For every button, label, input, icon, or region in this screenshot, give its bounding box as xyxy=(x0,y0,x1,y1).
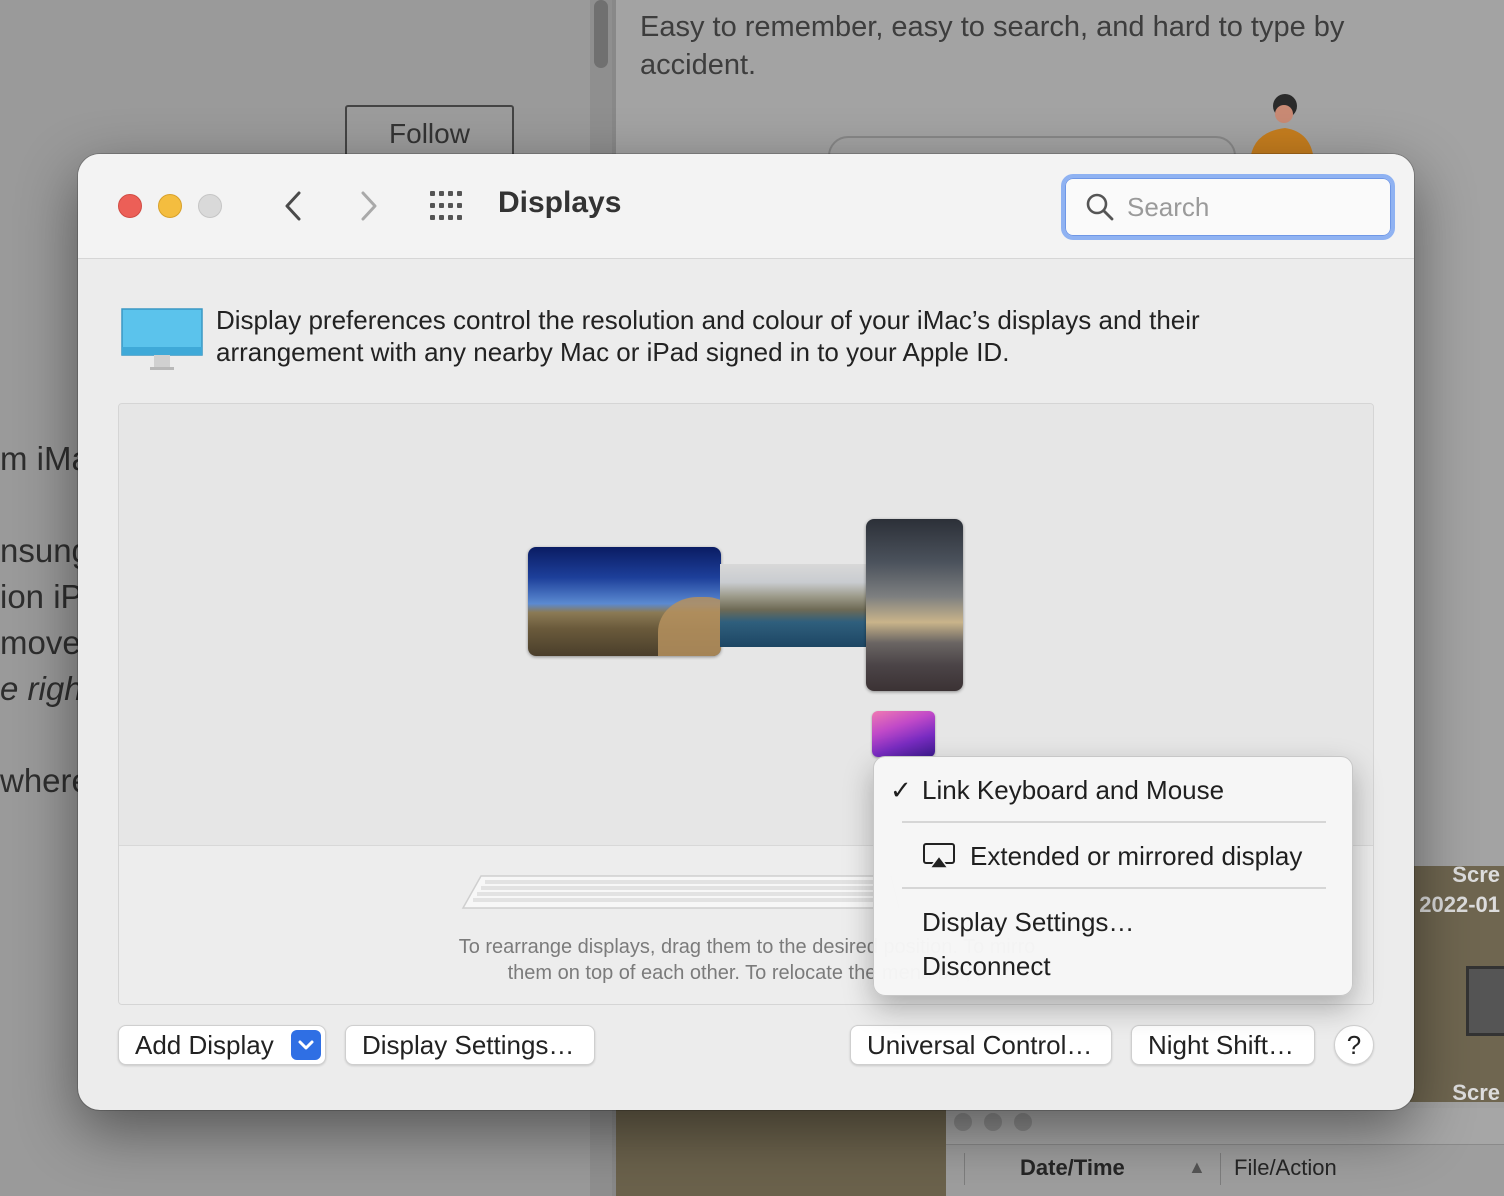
display-context-menu: ✓ Link Keyboard and Mouse Extended or mi… xyxy=(873,756,1353,996)
snippet-text: m iMa xyxy=(0,440,80,477)
intro-description: Display preferences control the resoluti… xyxy=(216,305,1200,367)
background-scrollbar-thumb[interactable] xyxy=(594,0,608,68)
background-desktop-photo: Scre 2022-01 Scre xyxy=(1410,866,1504,1102)
menu-item-extended-mirrored[interactable]: Extended or mirrored display xyxy=(874,836,1354,876)
follow-button[interactable]: Follow xyxy=(345,105,514,161)
help-button[interactable]: ? xyxy=(1334,1025,1374,1065)
back-button[interactable] xyxy=(274,186,314,226)
menu-item-label: Extended or mirrored display xyxy=(970,841,1303,871)
snippet-text: ion iP xyxy=(0,578,80,615)
display-thumbnail-portrait[interactable] xyxy=(866,519,963,691)
menu-separator xyxy=(902,821,1326,823)
screenshot-label: 2022-01 xyxy=(1419,892,1500,917)
menu-item-link-keyboard-mouse[interactable]: ✓ Link Keyboard and Mouse xyxy=(874,770,1354,810)
background-article-text: Easy to remember, easy to search, and ha… xyxy=(640,11,1345,81)
grid-icon xyxy=(430,191,462,220)
zoom-window-button[interactable] xyxy=(198,194,222,218)
finder-column-header: Date/Time ▲ File/Action xyxy=(946,1144,1504,1196)
night-shift-button[interactable]: Night Shift… xyxy=(1131,1025,1315,1065)
window-toolbar: Displays xyxy=(78,154,1414,259)
display-thumbnail-secondary[interactable] xyxy=(720,564,868,647)
add-display-popup[interactable] xyxy=(291,1030,321,1060)
airplay-icon xyxy=(923,843,955,869)
column-date-time[interactable]: Date/Time xyxy=(1020,1155,1125,1181)
traffic-light-icon xyxy=(1014,1113,1032,1131)
keyboard-icon xyxy=(461,875,900,909)
back-chevron-icon xyxy=(285,191,301,221)
universal-control-button[interactable]: Universal Control… xyxy=(850,1025,1112,1065)
window-title: Displays xyxy=(498,186,622,219)
traffic-light-icon xyxy=(984,1113,1002,1131)
forward-button[interactable] xyxy=(348,186,388,226)
search-icon xyxy=(1086,193,1114,221)
menu-item-disconnect[interactable]: Disconnect xyxy=(874,946,1354,986)
add-display-label: Add Display xyxy=(135,1030,274,1060)
checkmark-icon: ✓ xyxy=(890,775,912,805)
display-thumbnail-ipad[interactable] xyxy=(872,711,935,757)
column-separator xyxy=(964,1153,965,1185)
chevron-down-icon xyxy=(298,1040,314,1050)
menu-item-label: Display Settings… xyxy=(922,907,1135,937)
imac-icon xyxy=(121,308,203,370)
sort-ascending-icon[interactable]: ▲ xyxy=(1188,1157,1206,1178)
snippet-text: nsung xyxy=(0,532,80,569)
screenshot-label: Scre xyxy=(1452,1080,1500,1102)
menu-item-label: Link Keyboard and Mouse xyxy=(922,775,1225,805)
show-all-button[interactable] xyxy=(428,190,468,222)
add-display-button[interactable]: Add Display xyxy=(118,1025,326,1065)
display-settings-button[interactable]: Display Settings… xyxy=(345,1025,595,1065)
screenshot-label: Scre xyxy=(1452,866,1500,887)
screenshot-thumbnail[interactable] xyxy=(1466,966,1504,1036)
menu-separator xyxy=(902,887,1326,889)
snippet-text: where xyxy=(0,762,80,799)
search-field[interactable] xyxy=(1061,174,1395,240)
traffic-light-icon xyxy=(954,1113,972,1131)
background-desktop-photo-bottom xyxy=(616,1110,946,1196)
column-file-action[interactable]: File/Action xyxy=(1234,1155,1337,1181)
minimize-window-button[interactable] xyxy=(158,194,182,218)
column-separator xyxy=(1220,1153,1221,1185)
search-input[interactable] xyxy=(1127,190,1367,224)
display-thumbnail-main[interactable] xyxy=(528,547,721,656)
close-window-button[interactable] xyxy=(118,194,142,218)
person-illustration-icon xyxy=(1250,94,1314,162)
menu-item-label: Disconnect xyxy=(922,951,1051,981)
background-finder-window: Date/Time ▲ File/Action xyxy=(946,1108,1504,1196)
snippet-text: e right xyxy=(0,670,80,707)
forward-chevron-icon xyxy=(361,191,377,221)
snippet-text: move xyxy=(0,624,80,661)
menu-item-display-settings[interactable]: Display Settings… xyxy=(874,902,1354,942)
